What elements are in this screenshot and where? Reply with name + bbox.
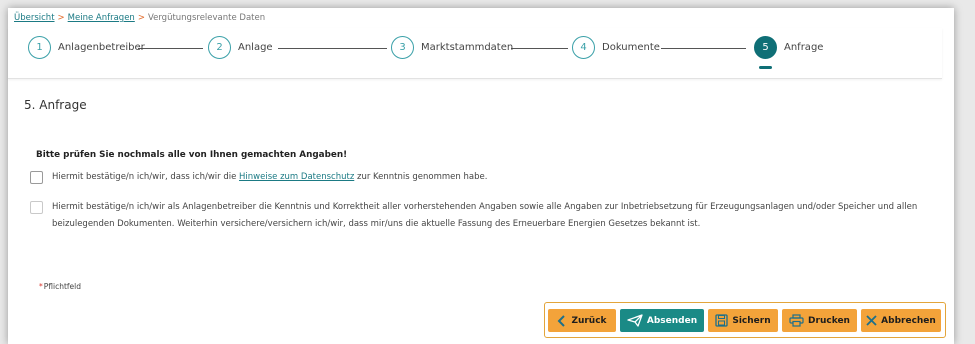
step-connector [511, 48, 568, 49]
review-warning: Bitte prüfen Sie nochmals alle von Ihnen… [36, 150, 348, 160]
printer-icon [789, 314, 804, 327]
cancel-button[interactable]: Abbrechen [861, 309, 941, 332]
close-icon [866, 315, 877, 326]
save-button[interactable]: Sichern [708, 309, 778, 332]
send-button[interactable]: Absenden [620, 309, 704, 332]
breadcrumb-separator: > [57, 13, 65, 23]
chevron-left-icon [557, 314, 567, 327]
paper-plane-icon [627, 314, 643, 327]
floppy-disk-icon [715, 314, 729, 327]
section-title: 5. Anfrage [24, 98, 87, 112]
step-number: 1 [28, 36, 51, 59]
step-connector [661, 48, 746, 49]
step-number: 5 [754, 36, 777, 59]
step-label: Anlagenbetreiber [58, 42, 145, 53]
breadcrumb-link-my-requests[interactable]: Meine Anfragen [68, 13, 135, 23]
active-step-indicator [759, 66, 772, 69]
page: Übersicht > Meine Anfragen > Vergütungsrelev… [8, 8, 954, 344]
step-label: Dokumente [602, 42, 660, 53]
send-button-label: Absenden [646, 315, 698, 326]
back-button-label: Zurück [571, 315, 607, 326]
breadcrumb-current: Vergütungsrelevante Daten [147, 13, 266, 23]
step-connector [278, 48, 387, 49]
breadcrumb-separator: > [137, 13, 145, 23]
stepper: 1 Anlagenbetreiber 2 Anlage 3 Marktstamm… [8, 28, 942, 79]
privacy-policy-link[interactable]: Hinweise zum Datenschutz [239, 172, 354, 182]
privacy-consent-text-before: Hiermit bestätige/n ich/wir, dass ich/wi… [52, 172, 240, 182]
required-field-note: *Pflichtfeld [39, 282, 81, 291]
step-label: Anfrage [784, 42, 824, 53]
cancel-button-label: Abbrechen [881, 315, 936, 326]
required-star: * [39, 282, 43, 291]
privacy-consent-text: Hiermit bestätige/n ich/wir, dass ich/wi… [52, 169, 932, 186]
print-button[interactable]: Drucken [782, 309, 857, 332]
step-number: 2 [208, 36, 231, 59]
step-connector [138, 48, 203, 49]
step-number: 4 [572, 36, 595, 59]
breadcrumb: Übersicht > Meine Anfragen > Vergütungsrelev… [14, 13, 265, 23]
step-dokumente[interactable]: 4 Dokumente [572, 36, 660, 59]
operator-confirmation-text: Hiermit bestätige/n ich/wir als Anlagenb… [52, 202, 918, 229]
operator-confirmation-checkbox[interactable] [30, 201, 43, 214]
step-anlagenbetreiber[interactable]: 1 Anlagenbetreiber [28, 36, 145, 59]
privacy-consent-row: Hiermit bestätige/n ich/wir, dass ich/wi… [30, 169, 932, 186]
required-label: Pflichtfeld [43, 282, 81, 291]
step-label: Anlage [238, 42, 273, 53]
save-button-label: Sichern [732, 315, 771, 326]
operator-confirmation-row: Hiermit bestätige/n ich/wir als Anlagenb… [30, 199, 932, 233]
step-anlage[interactable]: 2 Anlage [208, 36, 273, 59]
step-marktstammdaten[interactable]: 3 Marktstammdaten [391, 36, 513, 59]
breadcrumb-link-overview[interactable]: Übersicht [14, 13, 55, 23]
step-anfrage[interactable]: 5 Anfrage [754, 36, 823, 59]
step-number: 3 [391, 36, 414, 59]
back-button[interactable]: Zurück [548, 309, 616, 332]
step-label: Marktstammdaten [421, 42, 514, 53]
privacy-consent-checkbox[interactable] [30, 171, 43, 184]
privacy-consent-text-after: zur Kenntnis genommen habe. [354, 172, 488, 182]
print-button-label: Drucken [808, 315, 850, 326]
